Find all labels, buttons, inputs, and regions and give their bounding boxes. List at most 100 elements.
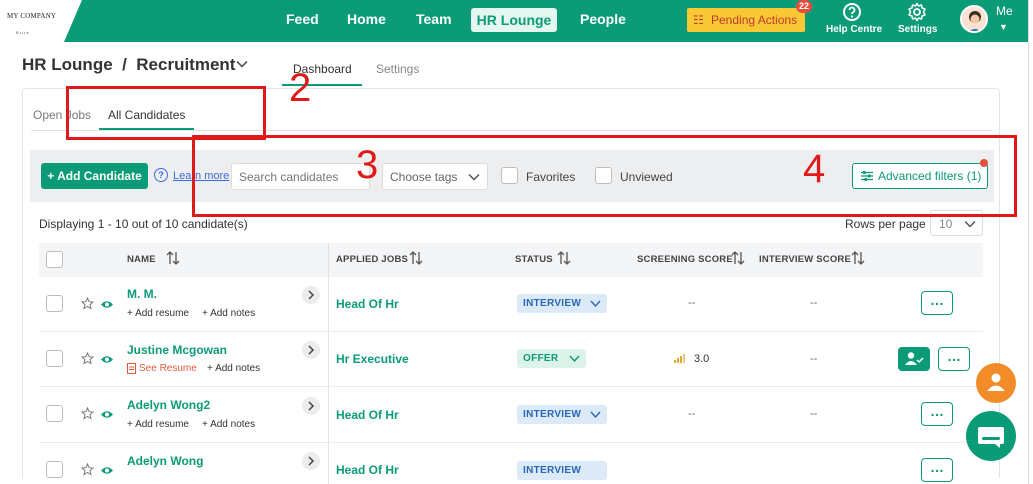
nav-people[interactable]: People xyxy=(580,11,626,27)
page-title: HR Lounge / Recruitment xyxy=(22,55,236,74)
interview-score: -- xyxy=(810,353,818,365)
add-resume-link[interactable]: + Add resume xyxy=(127,419,189,430)
settings-gear-icon[interactable] xyxy=(907,2,927,22)
nav-team[interactable]: Team xyxy=(416,11,452,27)
applied-job-link[interactable]: Head Of Hr xyxy=(336,297,399,311)
display-count-text: Displaying 1 - 10 out of 10 candidate(s) xyxy=(39,217,248,231)
applied-job-link[interactable]: Head Of Hr xyxy=(336,463,399,477)
annotation-number-3: 3 xyxy=(356,143,379,187)
status-dropdown[interactable]: INTERVIEW xyxy=(517,461,607,480)
row-checkbox[interactable] xyxy=(46,295,63,312)
header-status[interactable]: STATUS xyxy=(515,254,553,265)
sort-icon[interactable] xyxy=(557,251,571,265)
applied-job-link[interactable]: Head Of Hr xyxy=(336,408,399,422)
annotation-box-3-4 xyxy=(192,135,1017,217)
more-actions-button[interactable]: … xyxy=(921,402,953,426)
chevron-right-icon xyxy=(308,456,315,466)
row-checkbox[interactable] xyxy=(46,461,63,478)
help-centre-label[interactable]: Help Centre xyxy=(826,24,882,35)
title-chevron-down-icon[interactable] xyxy=(236,58,248,70)
select-all-checkbox[interactable] xyxy=(46,251,63,268)
chat-button[interactable] xyxy=(966,411,1016,461)
status-label: INTERVIEW xyxy=(523,465,582,476)
status-label: INTERVIEW xyxy=(523,298,582,309)
pending-count-badge: 22 xyxy=(796,0,812,13)
expand-row-button[interactable] xyxy=(302,397,320,415)
header-applied-jobs[interactable]: APPLIED JOBS xyxy=(336,254,408,265)
sort-icon[interactable] xyxy=(851,251,865,265)
more-actions-button[interactable]: … xyxy=(938,347,970,371)
expand-row-button[interactable] xyxy=(302,452,320,470)
candidate-name-link[interactable]: M. M. xyxy=(127,287,157,301)
nav-home[interactable]: Home xyxy=(347,11,386,27)
logo-text: MY COMPANY xyxy=(7,12,57,20)
chevron-down-icon xyxy=(590,300,601,308)
candidate-name-link[interactable]: Adelyn Wong xyxy=(127,454,203,468)
eye-icon[interactable] xyxy=(100,354,114,365)
nav-hr-lounge[interactable]: HR Lounge xyxy=(471,8,557,32)
add-notes-link[interactable]: + Add notes xyxy=(207,363,260,374)
expand-row-button[interactable] xyxy=(302,341,320,359)
help-centre-icon[interactable] xyxy=(842,2,862,22)
pending-actions-button[interactable]: ☷ Pending Actions xyxy=(687,8,805,32)
eye-icon[interactable] xyxy=(100,465,114,476)
chevron-down-icon xyxy=(590,411,601,419)
header-name[interactable]: NAME xyxy=(127,254,156,265)
status-dropdown[interactable]: INTERVIEW xyxy=(517,405,607,424)
more-actions-button[interactable]: … xyxy=(921,291,953,315)
interview-score: -- xyxy=(810,408,818,420)
chevron-down-icon xyxy=(964,220,976,228)
row-divider xyxy=(39,386,983,387)
annotation-box-2 xyxy=(66,86,266,140)
see-resume-link[interactable]: See Resume xyxy=(139,363,197,374)
eye-icon[interactable] xyxy=(100,299,114,310)
person-icon xyxy=(987,373,1005,391)
star-icon[interactable] xyxy=(81,297,94,310)
star-icon[interactable] xyxy=(81,352,94,365)
profile-assist-button[interactable] xyxy=(976,363,1016,403)
more-actions-button[interactable]: … xyxy=(921,458,953,482)
expand-row-button[interactable] xyxy=(302,286,320,304)
status-label: OFFER xyxy=(523,353,559,364)
candidate-name-link[interactable]: Adelyn Wong2 xyxy=(127,398,210,412)
checklist-icon: ☷ xyxy=(693,13,704,27)
chevron-right-icon xyxy=(308,290,315,300)
header-screening-score[interactable]: SCREENING SCORE xyxy=(637,254,733,265)
add-notes-link[interactable]: + Add notes xyxy=(202,419,255,430)
nav-feed[interactable]: Feed xyxy=(286,11,319,27)
header-interview-score[interactable]: INTERVIEW SCORE xyxy=(759,254,851,265)
star-icon[interactable] xyxy=(81,407,94,420)
tab-settings[interactable]: Settings xyxy=(376,62,419,76)
chevron-right-icon xyxy=(308,401,315,411)
sort-icon[interactable] xyxy=(166,251,180,265)
add-resume-link[interactable]: + Add resume xyxy=(127,308,189,319)
eye-icon[interactable] xyxy=(100,409,114,420)
add-candidate-button[interactable]: + Add Candidate xyxy=(41,163,148,189)
row-checkbox[interactable] xyxy=(46,350,63,367)
user-avatar[interactable] xyxy=(960,5,988,33)
name-column-divider xyxy=(328,243,329,484)
row-divider xyxy=(39,331,983,332)
candidate-name-link[interactable]: Justine Mcgowan xyxy=(127,343,227,357)
status-dropdown[interactable]: INTERVIEW xyxy=(517,294,607,313)
hire-candidate-button[interactable] xyxy=(898,347,930,371)
chevron-down-icon xyxy=(569,355,580,363)
status-dropdown[interactable]: OFFER xyxy=(517,349,586,368)
applied-job-link[interactable]: Hr Executive xyxy=(336,352,409,366)
status-label: INTERVIEW xyxy=(523,409,582,420)
annotation-number-2: 2 xyxy=(289,66,312,110)
interview-score: -- xyxy=(810,297,818,309)
me-label[interactable]: Me xyxy=(996,4,1013,18)
settings-label[interactable]: Settings xyxy=(898,24,937,35)
add-notes-link[interactable]: + Add notes xyxy=(202,308,255,319)
rows-per-page-label: Rows per page xyxy=(845,217,926,231)
star-icon[interactable] xyxy=(81,463,94,476)
rows-per-page-value: 10 xyxy=(939,217,953,231)
sort-icon[interactable] xyxy=(409,251,423,265)
me-dropdown-caret-icon[interactable]: ▼ xyxy=(999,22,1008,32)
screening-score: -- xyxy=(688,408,696,420)
question-icon[interactable]: ? xyxy=(154,168,168,182)
screening-score: -- xyxy=(688,297,696,309)
row-checkbox[interactable] xyxy=(46,405,63,422)
sort-icon[interactable] xyxy=(731,251,745,265)
